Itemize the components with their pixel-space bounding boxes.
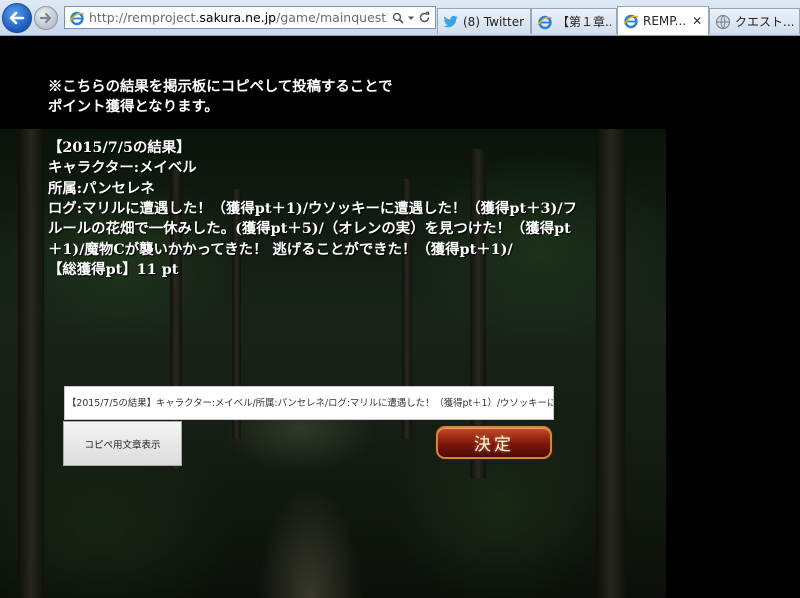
notice-line-2: ポイント獲得となります。 — [48, 98, 219, 116]
ie-icon — [623, 13, 639, 29]
browser-toolbar: http://remproject.sakura.ne.jp/game/main… — [0, 0, 800, 36]
arrow-left-icon — [9, 11, 25, 25]
search-icon[interactable] — [392, 12, 404, 24]
tab-label: (8) Twitter — [463, 14, 525, 29]
result-log-line-3: ＋1)/魔物Cが襲いかかってきた！ 逃げることができた！（獲得pt＋1)/ — [48, 240, 513, 258]
result-date-header: 【2015/7/5の結果】 — [48, 138, 191, 156]
ie-icon — [537, 14, 553, 30]
url-suffix: /game/mainquest1 — [276, 10, 388, 25]
url-domain: sakura.ne.jp — [199, 10, 277, 25]
twitter-bird-icon — [443, 14, 459, 30]
forward-button[interactable] — [34, 6, 58, 30]
notice-line-1: ※こちらの結果を掲示板にコピペして投稿することで — [48, 78, 393, 95]
dropdown-icon[interactable] — [407, 14, 415, 22]
tab-quest[interactable]: クエスト... — [709, 8, 800, 34]
result-text-block: ※こちらの結果を掲示板にコピペして投稿することで ポイント獲得となります。 【2… — [48, 77, 628, 281]
tab-chapter1[interactable]: 【第１章... — [531, 8, 617, 34]
url-text[interactable]: http://remproject.sakura.ne.jp/game/main… — [89, 10, 388, 25]
result-total: 【総獲得pt】11 pt — [48, 261, 179, 279]
result-character: キャラクター:メイベル — [48, 159, 197, 177]
close-icon[interactable]: ✕ — [692, 14, 702, 28]
url-prefix: http://remproject. — [89, 10, 200, 25]
tab-twitter[interactable]: (8) Twitter — [437, 8, 531, 34]
copy-text-field[interactable]: 【2015/7/5の結果】キャラクター:メイベル/所属:パンセレネ/ログ:マリル… — [64, 386, 554, 420]
decide-button[interactable]: 決定 — [436, 426, 552, 459]
copy-text-display-button[interactable]: コピペ用文章表示 — [63, 421, 182, 466]
tab-remp[interactable]: REMP... ✕ — [617, 6, 709, 35]
ie-icon — [69, 11, 85, 25]
tab-label: 【第１章... — [557, 15, 611, 29]
tab-label: REMP... — [643, 14, 687, 28]
result-affiliation: 所属:パンセレネ — [48, 179, 155, 197]
address-bar[interactable]: http://remproject.sakura.ne.jp/game/main… — [64, 6, 436, 29]
tab-label: クエスト... — [735, 15, 794, 29]
refresh-icon[interactable] — [418, 11, 431, 24]
globe-icon — [715, 14, 731, 30]
result-log-line-1: ログ:マリルに遭遇した！（獲得pt＋1)/ウソッキーに遭遇した！（獲得pt＋3)… — [48, 200, 577, 218]
back-button[interactable] — [2, 3, 32, 33]
arrow-right-icon — [39, 12, 52, 24]
result-log-line-2: ルールの花畑で一休みした。(獲得pt＋5)/（オレンの実）を見つけた！（獲得pt — [48, 220, 571, 238]
page-content: ※こちらの結果を掲示板にコピペして投稿することで ポイント獲得となります。 【2… — [0, 37, 800, 598]
tab-strip: (8) Twitter 【第１章... REMP... ✕ クエスト... — [437, 6, 800, 36]
